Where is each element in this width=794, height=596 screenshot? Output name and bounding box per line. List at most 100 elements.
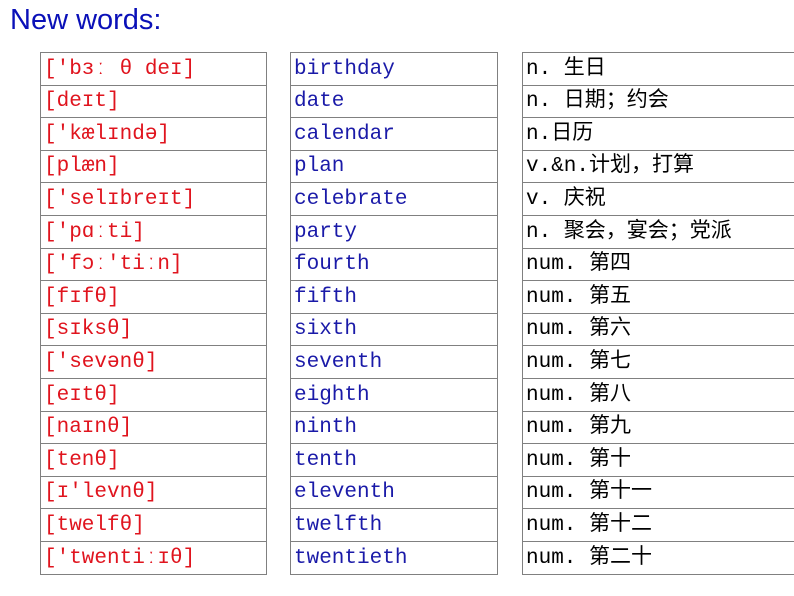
table-row: num. 第十一	[522, 475, 794, 510]
table-row: n.日历	[522, 117, 794, 151]
meaning-cell: num. 第七	[522, 345, 794, 379]
table-row: v.&n.计划，打算	[522, 149, 794, 184]
phonetic-cell: ['twentiːɪθ]	[40, 540, 267, 575]
word-cell: eighth	[290, 377, 498, 412]
table-row: birthday	[290, 52, 498, 86]
phonetic-cell: [fɪfθ]	[40, 280, 267, 314]
table-row: [twelfθ]	[40, 508, 267, 542]
table-row: [fɪfθ]	[40, 280, 267, 314]
meaning-cell: n. 日期；约会	[522, 84, 794, 119]
meaning-cell: n.日历	[522, 117, 794, 151]
word-cell: ninth	[290, 410, 498, 445]
table-row: sixth	[290, 312, 498, 347]
phonetic-cell: [naɪnθ]	[40, 410, 267, 445]
table-row: ['pɑːti]	[40, 214, 267, 249]
word-cell: tenth	[290, 443, 498, 477]
page-title: New words:	[10, 4, 162, 36]
phonetic-cell: [twelfθ]	[40, 508, 267, 542]
word-cell: celebrate	[290, 182, 498, 216]
meaning-cell: num. 第四	[522, 247, 794, 282]
meaning-cell: num. 第五	[522, 280, 794, 314]
table-row: num. 第四	[522, 247, 794, 282]
word-cell: twentieth	[290, 540, 498, 575]
phonetic-cell: ['kælɪndə]	[40, 117, 267, 151]
meaning-cell: num. 第八	[522, 377, 794, 412]
phonetic-cell: [eɪtθ]	[40, 377, 267, 412]
table-row: num. 第二十	[522, 540, 794, 575]
phonetic-cell: ['bɜː θ deɪ]	[40, 52, 267, 86]
table-row: [ɪ'levnθ]	[40, 475, 267, 510]
table-row: [deɪt]	[40, 84, 267, 119]
meaning-cell: num. 第十二	[522, 508, 794, 542]
table-row: ['kælɪndə]	[40, 117, 267, 151]
meaning-cell: v. 庆祝	[522, 182, 794, 216]
table-row: [tenθ]	[40, 443, 267, 477]
meaning-cell: num. 第六	[522, 312, 794, 347]
table-row: [plæn]	[40, 149, 267, 184]
word-cell: eleventh	[290, 475, 498, 510]
word-cell: sixth	[290, 312, 498, 347]
meaning-table: n. 生日 n. 日期；约会 n.日历 v.&n.计划，打算 v. 庆祝 n. 聚会，宴会…	[522, 52, 794, 575]
table-row: twelfth	[290, 508, 498, 542]
table-row: num. 第十	[522, 443, 794, 477]
table-row: ninth	[290, 410, 498, 445]
table-row: tenth	[290, 443, 498, 477]
word-cell: seventh	[290, 345, 498, 379]
meaning-cell: n. 生日	[522, 52, 794, 86]
word-cell: calendar	[290, 117, 498, 151]
table-row: n. 日期；约会	[522, 84, 794, 119]
table-row: calendar	[290, 117, 498, 151]
table-row: v. 庆祝	[522, 182, 794, 216]
table-row: ['selɪbreɪt]	[40, 182, 267, 216]
table-row: ['fɔː'tiːn]	[40, 247, 267, 282]
word-cell: plan	[290, 149, 498, 184]
phonetic-cell: ['selɪbreɪt]	[40, 182, 267, 216]
meaning-cell: num. 第二十	[522, 540, 794, 575]
table-row: fifth	[290, 280, 498, 314]
table-row: ['twentiːɪθ]	[40, 540, 267, 575]
meaning-cell: num. 第九	[522, 410, 794, 445]
phonetic-cell: [sɪksθ]	[40, 312, 267, 347]
word-cell: birthday	[290, 52, 498, 86]
table-row: eighth	[290, 377, 498, 412]
word-cell: party	[290, 214, 498, 249]
table-row: ['bɜː θ deɪ]	[40, 52, 267, 86]
table-row: num. 第十二	[522, 508, 794, 542]
phonetic-table: ['bɜː θ deɪ] [deɪt] ['kælɪndə] [plæn] ['selɪ…	[40, 52, 267, 575]
phonetic-cell: ['sevənθ]	[40, 345, 267, 379]
word-cell: fourth	[290, 247, 498, 282]
table-row: ['sevənθ]	[40, 345, 267, 379]
phonetic-cell: [tenθ]	[40, 443, 267, 477]
meaning-cell: num. 第十一	[522, 475, 794, 510]
table-row: [sɪksθ]	[40, 312, 267, 347]
word-cell: fifth	[290, 280, 498, 314]
table-row: party	[290, 214, 498, 249]
table-row: num. 第八	[522, 377, 794, 412]
table-row: n. 聚会，宴会；党派	[522, 214, 794, 249]
phonetic-cell: [deɪt]	[40, 84, 267, 119]
word-cell: date	[290, 84, 498, 119]
meaning-cell: n. 聚会，宴会；党派	[522, 214, 794, 249]
meaning-cell: v.&n.计划，打算	[522, 149, 794, 184]
table-row: date	[290, 84, 498, 119]
table-row: eleventh	[290, 475, 498, 510]
table-row: [eɪtθ]	[40, 377, 267, 412]
table-row: seventh	[290, 345, 498, 379]
table-row: plan	[290, 149, 498, 184]
word-cell: twelfth	[290, 508, 498, 542]
table-row: num. 第五	[522, 280, 794, 314]
phonetic-cell: ['fɔː'tiːn]	[40, 247, 267, 282]
table-row: num. 第七	[522, 345, 794, 379]
phonetic-cell: [ɪ'levnθ]	[40, 475, 267, 510]
meaning-cell: num. 第十	[522, 443, 794, 477]
table-row: fourth	[290, 247, 498, 282]
phonetic-cell: ['pɑːti]	[40, 214, 267, 249]
table-row: [naɪnθ]	[40, 410, 267, 445]
phonetic-cell: [plæn]	[40, 149, 267, 184]
table-row: twentieth	[290, 540, 498, 575]
table-row: celebrate	[290, 182, 498, 216]
table-row: n. 生日	[522, 52, 794, 86]
word-table: birthday date calendar plan celebrate party fo…	[290, 52, 498, 575]
table-row: num. 第九	[522, 410, 794, 445]
table-row: num. 第六	[522, 312, 794, 347]
